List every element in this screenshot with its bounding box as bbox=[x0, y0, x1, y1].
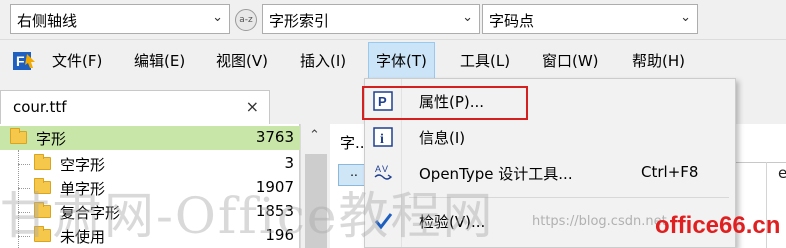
glyph-index-select-value: 字形索引 bbox=[269, 12, 330, 30]
svg-text:V: V bbox=[382, 164, 388, 174]
axis-select[interactable]: 右侧轴线 ⌄ bbox=[10, 4, 230, 34]
menu-file[interactable]: 文件(F) bbox=[50, 42, 104, 80]
menu-item-info[interactable]: i 信息(I) bbox=[365, 119, 735, 155]
tree-item-empty-glyphs[interactable]: 空字形 3 bbox=[0, 152, 300, 176]
tree-item-glyphs[interactable]: 字形 3763 bbox=[0, 126, 300, 150]
menu-bar: F 文件(F) 编辑(E) 视图(V) 插入(I) 字体(T) 工具(L) 窗口… bbox=[0, 42, 786, 80]
document-tabs: cour.ttf × bbox=[0, 84, 300, 124]
codepoint-select[interactable]: 字码点 ⌄ bbox=[482, 4, 698, 34]
app-logo-icon: F bbox=[13, 52, 35, 70]
tree-item-count: 3 bbox=[284, 154, 294, 172]
annotation-highlight bbox=[362, 86, 528, 120]
svg-text:i: i bbox=[380, 132, 384, 147]
svg-text:F: F bbox=[16, 53, 25, 69]
menu-view[interactable]: 视图(V) bbox=[214, 42, 270, 80]
menu-font[interactable]: 字体(T) bbox=[368, 42, 435, 80]
watermark-text: 甘肃网-Office教程网 bbox=[0, 187, 495, 245]
tab-cour-ttf[interactable]: cour.ttf × bbox=[0, 90, 270, 124]
folder-icon bbox=[34, 154, 51, 170]
codepoint-select-value: 字码点 bbox=[489, 12, 535, 30]
close-icon[interactable]: × bbox=[246, 97, 259, 116]
tree-item-label: 字形 bbox=[36, 130, 67, 148]
grid-cell-e: e bbox=[778, 164, 786, 182]
sort-az-icon[interactable]: a-z bbox=[235, 9, 257, 31]
watermark-office-logo: office66.cn bbox=[655, 212, 781, 239]
menu-window[interactable]: 窗口(W) bbox=[540, 42, 601, 80]
chevron-down-icon: ⌄ bbox=[212, 10, 223, 25]
info-icon: i bbox=[373, 127, 393, 147]
chevron-down-icon: ⌄ bbox=[680, 10, 691, 25]
tree-item-count: 3763 bbox=[255, 128, 294, 146]
axis-select-value: 右侧轴线 bbox=[17, 12, 78, 30]
chevron-up-icon[interactable]: ⌃ bbox=[309, 128, 320, 143]
watermark-url: https://blog.csdn.net bbox=[532, 214, 667, 229]
svg-text:A: A bbox=[375, 164, 381, 174]
menu-edit[interactable]: 编辑(E) bbox=[132, 42, 187, 80]
app-window: 右侧轴线 ⌄ a-z 字形索引 ⌄ 字码点 ⌄ F 文件(F) 编辑(E) 视图… bbox=[0, 0, 786, 248]
tab-title: cour.ttf bbox=[13, 98, 67, 116]
menu-item-shortcut: Ctrl+F8 bbox=[641, 163, 699, 181]
glyph-index-select[interactable]: 字形索引 ⌄ bbox=[262, 4, 480, 34]
combo-toolbar: 右侧轴线 ⌄ a-z 字形索引 ⌄ 字码点 ⌄ bbox=[0, 0, 786, 40]
folder-icon bbox=[10, 128, 27, 144]
chevron-down-icon: ⌄ bbox=[462, 10, 473, 25]
menu-tools[interactable]: 工具(L) bbox=[458, 42, 512, 80]
menu-help[interactable]: 帮助(H) bbox=[630, 42, 687, 80]
menu-insert[interactable]: 插入(I) bbox=[298, 42, 348, 80]
tree-item-label: 空字形 bbox=[60, 156, 106, 174]
menu-item-label: 信息(I) bbox=[419, 129, 466, 147]
